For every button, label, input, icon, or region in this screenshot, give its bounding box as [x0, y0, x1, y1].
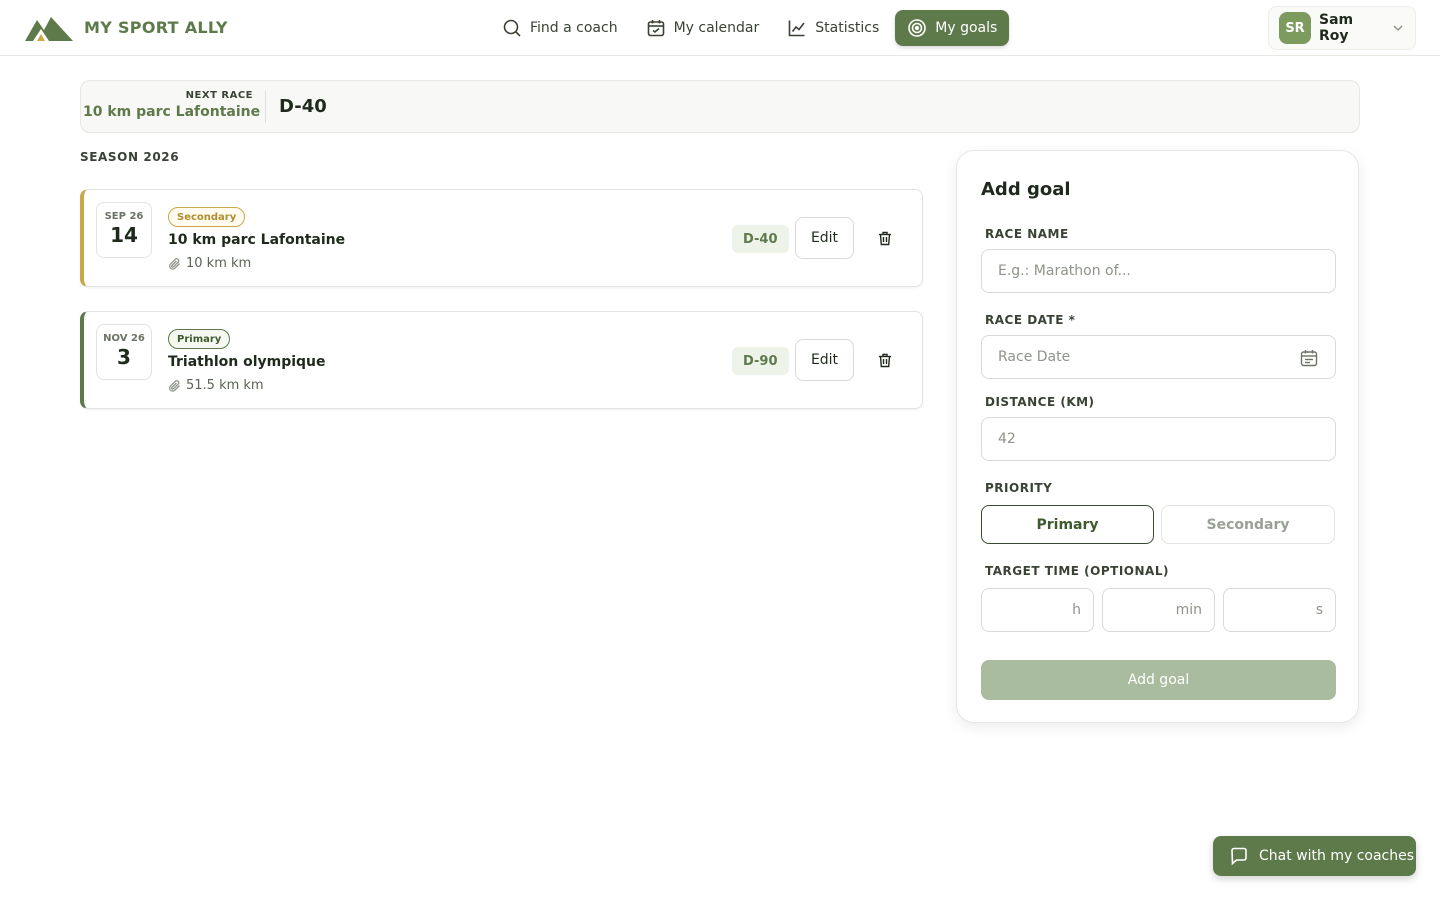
goal-distance-text: 10 km km: [186, 256, 252, 271]
next-race-name: 10 km parc Lafontaine: [83, 104, 261, 120]
delete-goal-button[interactable]: [874, 227, 896, 249]
goal-month: NOV 26: [103, 333, 145, 344]
race-name-label: RACE NAME: [985, 227, 1069, 241]
race-date-label: RACE DATE *: [985, 313, 1076, 327]
priority-primary-button[interactable]: Primary: [981, 505, 1154, 544]
target-minutes-input[interactable]: min: [1102, 588, 1215, 632]
goal-distance: 51.5 km km: [168, 378, 264, 393]
goal-date: SEP 26 14: [96, 202, 152, 258]
edit-goal-button[interactable]: Edit: [795, 217, 854, 259]
search-icon: [503, 19, 521, 37]
paperclip-icon: [169, 379, 180, 392]
nav-label: Find a coach: [530, 20, 618, 36]
distance-input[interactable]: 42: [981, 417, 1336, 461]
trash-icon: [879, 231, 891, 245]
edit-goal-button[interactable]: Edit: [795, 339, 854, 381]
target-icon: [908, 19, 927, 37]
avatar: SR: [1279, 12, 1311, 44]
add-goal-button[interactable]: Add goal: [981, 660, 1336, 700]
goal-title: 10 km parc Lafontaine: [168, 232, 346, 248]
user-name: Sam Roy: [1319, 12, 1354, 44]
season-heading: SEASON 2026: [80, 150, 180, 164]
chat-with-coaches-button[interactable]: Chat with my coaches: [1213, 836, 1416, 876]
nav-label: Statistics: [815, 20, 880, 36]
mountain-logo-icon: [25, 17, 73, 41]
goal-card: NOV 26 3 Primary Triathlon olympique 51.…: [80, 311, 923, 409]
goal-distance-text: 51.5 km km: [186, 378, 264, 393]
calendar-icon[interactable]: [1299, 348, 1319, 368]
nav-my-goals[interactable]: My goals: [895, 10, 1010, 46]
goal-distance: 10 km km: [168, 256, 251, 271]
goal-month: SEP 26: [104, 211, 144, 222]
goal-day: 3: [117, 345, 131, 369]
trash-icon: [879, 353, 891, 367]
nav-my-calendar[interactable]: My calendar: [634, 10, 772, 46]
add-goal-panel: Add goal RACE NAME E.g.: Marathon of... …: [956, 150, 1359, 723]
delete-goal-button[interactable]: [874, 349, 896, 371]
chat-bubble-icon: [1231, 847, 1247, 866]
nav-label: My calendar: [673, 20, 760, 36]
next-race-label: NEXT RACE: [185, 90, 253, 101]
nav-find-a-coach[interactable]: Find a coach: [490, 10, 630, 46]
distance-label: DISTANCE (KM): [985, 395, 1095, 409]
app-name: MY SPORT ALLY: [84, 17, 228, 37]
chat-button-label: Chat with my coaches: [1259, 848, 1415, 864]
target-hours-input[interactable]: h: [981, 588, 1094, 632]
race-date-input[interactable]: Race Date: [981, 335, 1336, 379]
chart-line-icon: [788, 20, 805, 37]
goal-countdown: D-40: [732, 225, 789, 253]
nav-statistics[interactable]: Statistics: [775, 10, 891, 46]
nav-label: My goals: [935, 20, 998, 36]
race-name-input[interactable]: E.g.: Marathon of...: [981, 249, 1336, 293]
priority-label: PRIORITY: [985, 481, 1053, 495]
priority-secondary-button[interactable]: Secondary: [1161, 505, 1335, 544]
next-race-banner: NEXT RACE 10 km parc Lafontaine D-40: [80, 80, 1360, 133]
goal-title: Triathlon olympique: [168, 354, 326, 370]
app-logo[interactable]: MY SPORT ALLY: [24, 12, 228, 42]
goal-date: NOV 26 3: [96, 324, 152, 380]
paperclip-icon: [169, 257, 180, 270]
goal-countdown: D-90: [732, 347, 789, 375]
user-menu[interactable]: SR Sam Roy: [1268, 6, 1416, 50]
main-nav: Find a coach My calendar Statistics My g…: [490, 10, 1010, 46]
next-race-countdown: D-40: [279, 96, 327, 117]
goal-day: 14: [110, 223, 138, 247]
top-header: MY SPORT ALLY Find a coach My calendar S…: [0, 0, 1440, 56]
priority-badge: Secondary: [168, 207, 246, 227]
target-seconds-input[interactable]: s: [1223, 588, 1336, 632]
next-race-info: NEXT RACE 10 km parc Lafontaine: [83, 90, 261, 120]
chevron-down-icon: [1393, 25, 1403, 32]
target-time-label: TARGET TIME (OPTIONAL): [985, 564, 1169, 578]
divider: [265, 90, 266, 123]
panel-title: Add goal: [981, 179, 1071, 200]
priority-badge: Primary: [168, 329, 231, 349]
race-date-placeholder: Race Date: [998, 349, 1071, 365]
goal-card: SEP 26 14 Secondary 10 km parc Lafontain…: [80, 189, 923, 287]
calendar-icon: [647, 20, 664, 37]
